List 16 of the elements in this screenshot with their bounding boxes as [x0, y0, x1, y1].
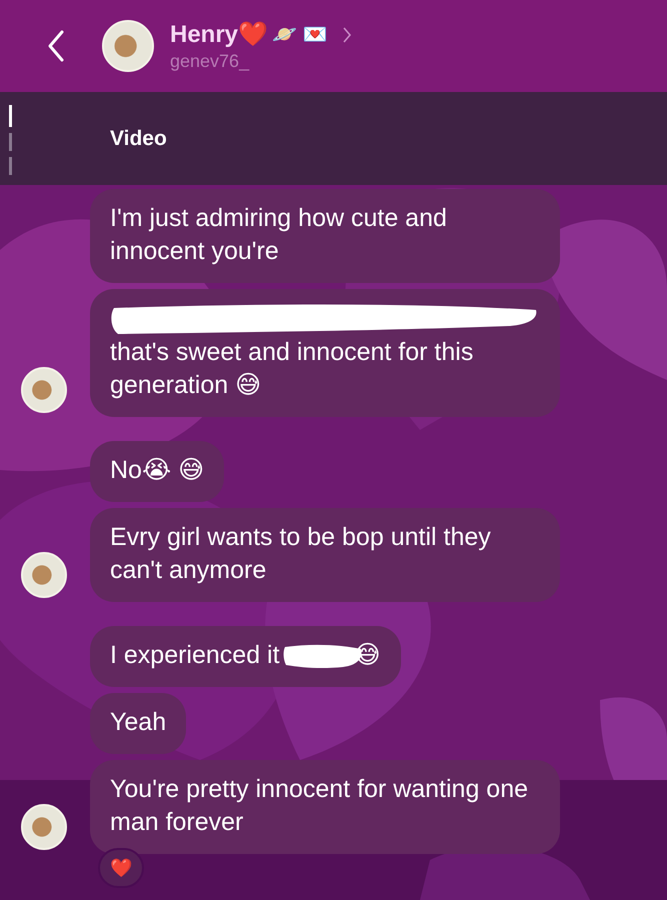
reply-label: Video — [110, 126, 167, 150]
message-text: I experienced it — [110, 640, 280, 671]
message-text: Yeah — [110, 707, 166, 738]
message-text: that's sweet and innocent for this generation 😅 — [110, 337, 474, 401]
message-text: No😭 😅 — [110, 455, 204, 486]
message-text: Evry girl wants to be bop until they can't anymore — [110, 522, 492, 586]
avatar[interactable] — [102, 20, 154, 72]
contact-name[interactable]: Henry❤ — [170, 20, 268, 49]
reply-line-icon — [8, 105, 14, 175]
username: genev76_ — [170, 51, 250, 72]
name-emojis: 🪐 💌 — [272, 23, 328, 47]
chevron-icon[interactable] — [342, 26, 352, 44]
back-icon[interactable] — [46, 29, 66, 63]
message-text: I'm just admiring how cute and innocent you're — [110, 203, 448, 267]
reply-preview-bar[interactable]: Video — [0, 92, 667, 185]
message-text: You're pretty innocent for wanting one man forever — [110, 774, 530, 838]
